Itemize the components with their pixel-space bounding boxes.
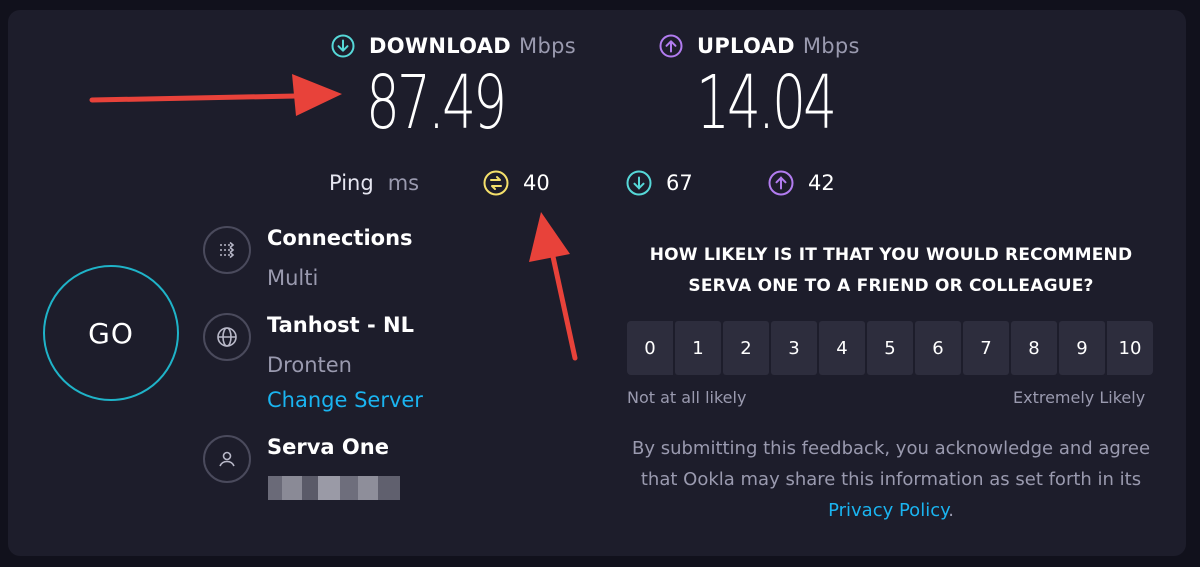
annotation-arrow-vertical (529, 212, 578, 361)
annotation-arrows (89, 74, 578, 361)
annotation-arrow-horizontal (89, 74, 342, 116)
